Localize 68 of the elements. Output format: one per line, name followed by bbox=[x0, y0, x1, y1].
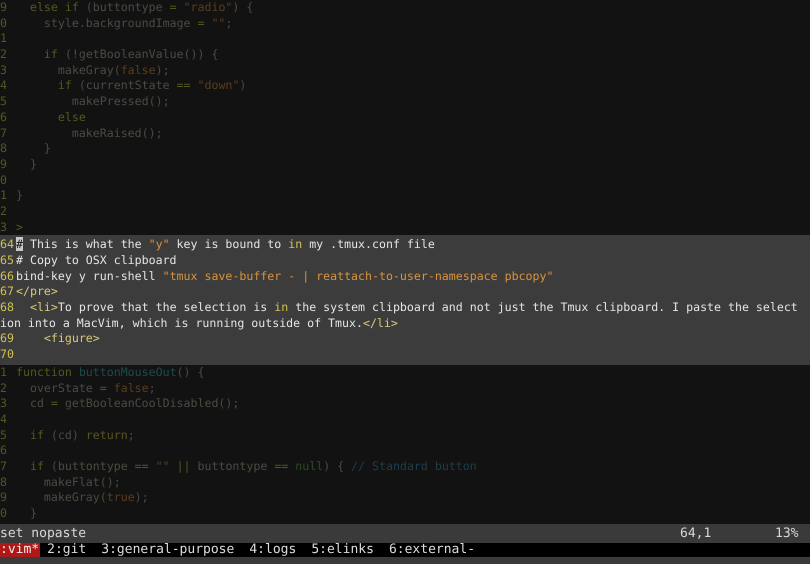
code-line: if (buttontype == "" || buttontype == null) { // Standard button bbox=[28, 458, 477, 475]
line-number: 0 bbox=[0, 172, 8, 188]
code-line: } bbox=[16, 188, 23, 204]
code-line: overState = false; bbox=[28, 380, 156, 396]
line-number: 7 bbox=[0, 458, 8, 475]
line-number: 1 bbox=[0, 188, 8, 204]
line-number: 9 bbox=[0, 490, 8, 506]
line-number: 0 bbox=[0, 506, 8, 522]
line-number: 2 bbox=[0, 204, 8, 220]
code-line: > bbox=[16, 220, 23, 236]
code-line: } bbox=[28, 156, 37, 173]
code-line: # This is what the "y" key is bound to in my .tmux.conf file bbox=[16, 237, 435, 253]
code-line: </pre> bbox=[16, 284, 58, 300]
code-line: style.backgroundImage = ""; bbox=[42, 16, 232, 32]
line-number: 70 bbox=[0, 347, 15, 363]
line-number: 64 bbox=[0, 237, 15, 253]
line-number: 7 bbox=[0, 126, 8, 142]
line-number: 3 bbox=[0, 220, 8, 236]
line-number: 4 bbox=[0, 412, 8, 428]
code-line: makeFlat(); bbox=[42, 474, 121, 490]
line-number: 66 bbox=[0, 268, 15, 284]
cursor-position: 64,1 bbox=[680, 524, 712, 543]
line-number: 9 bbox=[0, 156, 8, 173]
line-number: 6 bbox=[0, 443, 8, 459]
line-number: 2 bbox=[0, 47, 8, 63]
line-number: 4 bbox=[0, 78, 8, 94]
code-line: if (!getBooleanValue()) { bbox=[42, 47, 218, 63]
code-line: makePressed(); bbox=[70, 94, 170, 110]
code-line: function buttonMouseOut() { bbox=[16, 364, 204, 380]
command-line: set nopaste bbox=[0, 524, 86, 543]
code-line: bind-key y run-shell "tmux save-buffer - | reattach-to-user-namespace pbcopy" bbox=[16, 268, 554, 284]
line-number: 2 bbox=[0, 380, 8, 396]
line-number: 67 bbox=[0, 284, 15, 300]
line-number: 3 bbox=[0, 62, 8, 78]
line-number: 68 bbox=[0, 300, 15, 316]
code-line: else if (buttontype = "radio") { bbox=[28, 0, 254, 16]
line-number: 5 bbox=[0, 94, 8, 110]
tmux-window-tab[interactable]: 5:elinks bbox=[311, 543, 374, 557]
code-line: # Copy to OSX clipboard bbox=[16, 253, 177, 269]
code-line: else bbox=[56, 110, 86, 126]
tmux-window-tab[interactable]: 3:general-purpose bbox=[101, 543, 234, 557]
tmux-window-tab[interactable]: 6:external- bbox=[388, 543, 476, 557]
line-number: 65 bbox=[0, 253, 15, 269]
tmux-window-tab[interactable]: 4:logs bbox=[249, 543, 296, 557]
tmux-window-tab[interactable]: :vim* bbox=[0, 543, 40, 557]
line-number: 1 bbox=[0, 31, 8, 48]
line-number: 8 bbox=[0, 474, 8, 490]
code-line: } bbox=[42, 141, 51, 157]
code-line: makeGray(false); bbox=[56, 62, 170, 78]
scroll-percent: 13% bbox=[775, 524, 800, 543]
code-line: makeGray(true); bbox=[42, 490, 149, 506]
line-number: 5 bbox=[0, 428, 8, 444]
code-line: if (currentState == "down") bbox=[56, 78, 246, 94]
code-line: makeRaised(); bbox=[70, 126, 163, 142]
code-line: ion into a MacVim, which is running outside of Tmux.</li> bbox=[0, 316, 398, 332]
line-number: 9 bbox=[0, 0, 8, 16]
line-number: 8 bbox=[0, 141, 8, 157]
line-number: 3 bbox=[0, 396, 8, 412]
line-number: 0 bbox=[0, 16, 8, 32]
code-line: } bbox=[28, 506, 37, 522]
code-line: if (cd) return; bbox=[28, 428, 135, 444]
line-number: 69 bbox=[0, 331, 15, 348]
code-line: <li>To prove that the selection is in the system clipboard and not just the Tmux clipboard. I paste the select bbox=[28, 300, 798, 316]
code-line: <figure> bbox=[42, 331, 100, 348]
code-line: cd = getBooleanCoolDisabled(); bbox=[28, 396, 240, 412]
tmux-window-tab[interactable]: 2:git bbox=[47, 543, 86, 557]
line-number: 1 bbox=[0, 364, 8, 380]
line-number: 6 bbox=[0, 110, 8, 126]
